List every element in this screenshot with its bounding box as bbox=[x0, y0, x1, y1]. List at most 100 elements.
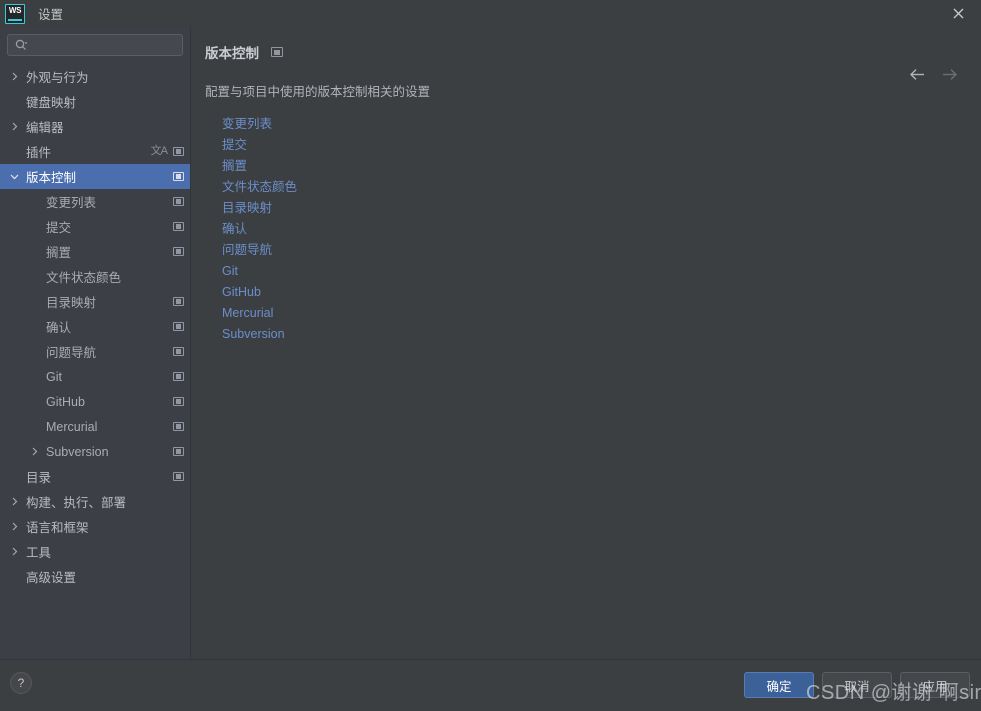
sidebar-item-4[interactable]: 版本控制 bbox=[0, 164, 190, 189]
help-icon[interactable]: ? bbox=[10, 672, 32, 694]
chevron-right-icon[interactable] bbox=[8, 122, 21, 131]
sidebar-item-16[interactable]: 目录 bbox=[0, 464, 190, 489]
settings-link-list: 变更列表 提交 搁置 文件状态颜色 目录映射 确认 问题导航 Git GitHub Mercuri… bbox=[222, 114, 981, 345]
sidebar-item-label: 版本控制 bbox=[26, 171, 77, 185]
project-scope-icon bbox=[173, 422, 184, 431]
chevron-down-icon[interactable] bbox=[8, 172, 21, 181]
settings-dialog: WS 设置 外观与行为 键盘映射 编辑器 插件 文A 版本控制 变更列表 提交 … bbox=[0, 0, 981, 711]
content-link-5[interactable]: 确认 bbox=[222, 219, 247, 240]
sidebar-item-label: 工具 bbox=[26, 546, 52, 560]
sidebar-item-label: Mercurial bbox=[46, 419, 98, 434]
project-scope-icon bbox=[173, 372, 184, 381]
sidebar-item-label: 键盘映射 bbox=[26, 96, 77, 110]
page-description: 配置与项目中使用的版本控制相关的设置 bbox=[205, 85, 431, 99]
sidebar-item-label: 编辑器 bbox=[26, 121, 64, 135]
sidebar-item-label: 提交 bbox=[46, 221, 72, 235]
sidebar-item-13[interactable]: GitHub bbox=[0, 389, 190, 414]
content-link-6[interactable]: 问题导航 bbox=[222, 240, 272, 261]
sidebar-item-label: 问题导航 bbox=[46, 346, 97, 360]
content-link-10[interactable]: Subversion bbox=[222, 324, 285, 345]
sidebar-item-19[interactable]: 工具 bbox=[0, 539, 190, 564]
sidebar-item-label: 构建、执行、部署 bbox=[26, 496, 127, 510]
window-title: 设置 bbox=[38, 8, 64, 22]
title-bar: WS 设置 bbox=[0, 0, 981, 28]
content-link-8[interactable]: GitHub bbox=[222, 282, 261, 303]
arrow-right-icon[interactable] bbox=[939, 64, 959, 84]
sidebar-item-15[interactable]: Subversion bbox=[0, 439, 190, 464]
project-scope-icon bbox=[173, 297, 184, 306]
chevron-right-icon[interactable] bbox=[8, 522, 21, 531]
sidebar-item-9[interactable]: 目录映射 bbox=[0, 289, 190, 314]
sidebar-item-label: Subversion bbox=[46, 444, 109, 459]
search-box[interactable] bbox=[7, 34, 190, 56]
project-scope-icon bbox=[173, 222, 184, 231]
sidebar-item-1[interactable]: 键盘映射 bbox=[0, 89, 190, 114]
sidebar-item-label: GitHub bbox=[46, 394, 85, 409]
dialog-footer: ? 确定 取消 应用 bbox=[0, 659, 981, 711]
sidebar-item-3[interactable]: 插件 文A bbox=[0, 139, 190, 164]
project-scope-icon bbox=[173, 197, 184, 206]
sidebar-item-label: 搁置 bbox=[46, 246, 72, 260]
sidebar-item-6[interactable]: 提交 bbox=[0, 214, 190, 239]
sidebar-item-5[interactable]: 变更列表 bbox=[0, 189, 190, 214]
content-link-4[interactable]: 目录映射 bbox=[222, 198, 272, 219]
content-link-2[interactable]: 搁置 bbox=[222, 156, 247, 177]
sidebar-item-2[interactable]: 编辑器 bbox=[0, 114, 190, 139]
sidebar-item-label: 外观与行为 bbox=[26, 71, 89, 85]
sidebar-item-label: 语言和框架 bbox=[26, 521, 89, 535]
apply-button[interactable]: 应用 bbox=[900, 672, 970, 698]
sidebar-item-18[interactable]: 语言和框架 bbox=[0, 514, 190, 539]
content-link-1[interactable]: 提交 bbox=[222, 135, 247, 156]
settings-tree: 外观与行为键盘映射编辑器插件 文A 版本控制变更列表提交搁置文件状态颜色 目录映射确认… bbox=[0, 64, 190, 589]
cancel-button[interactable]: 取消 bbox=[822, 672, 892, 698]
sidebar-item-label: 高级设置 bbox=[26, 571, 77, 585]
chevron-right-icon[interactable] bbox=[8, 72, 21, 81]
ok-button[interactable]: 确定 bbox=[744, 672, 814, 698]
sidebar-item-7[interactable]: 搁置 bbox=[0, 239, 190, 264]
webstorm-logo-icon: WS bbox=[5, 3, 25, 24]
translation-icon: 文A bbox=[150, 145, 168, 157]
project-scope-icon bbox=[173, 247, 184, 256]
sidebar-item-label: 变更列表 bbox=[46, 196, 97, 210]
sidebar-item-8[interactable]: 文件状态颜色 bbox=[0, 264, 190, 289]
search-input[interactable] bbox=[28, 35, 190, 55]
sidebar-item-17[interactable]: 构建、执行、部署 bbox=[0, 489, 190, 514]
dialog-buttons: 确定 取消 应用 bbox=[744, 672, 970, 698]
project-scope-icon bbox=[173, 347, 184, 356]
content-link-7[interactable]: Git bbox=[222, 261, 238, 282]
project-scope-icon bbox=[173, 472, 184, 481]
chevron-right-icon[interactable] bbox=[28, 447, 41, 456]
navigation-arrows bbox=[907, 64, 959, 84]
sidebar-item-label: 插件 bbox=[26, 146, 52, 160]
settings-content-panel: 版本控制 配置与项目中使用的版本控制相关的设置 变更列表 提交 搁置 文件状态颜色 目录… bbox=[191, 27, 981, 660]
chevron-right-icon[interactable] bbox=[8, 547, 21, 556]
sidebar-item-label: Git bbox=[46, 369, 62, 384]
sidebar-item-11[interactable]: 问题导航 bbox=[0, 339, 190, 364]
project-scope-icon bbox=[173, 322, 184, 331]
sidebar-item-14[interactable]: Mercurial bbox=[0, 414, 190, 439]
sidebar-item-label: 目录映射 bbox=[46, 296, 97, 310]
project-scope-icon bbox=[173, 147, 184, 156]
sidebar-item-label: 确认 bbox=[46, 321, 72, 335]
content-link-3[interactable]: 文件状态颜色 bbox=[222, 177, 297, 198]
content-link-9[interactable]: Mercurial bbox=[222, 303, 273, 324]
sidebar-item-0[interactable]: 外观与行为 bbox=[0, 64, 190, 89]
content-header: 版本控制 bbox=[191, 27, 981, 63]
search-icon bbox=[15, 39, 28, 52]
search-area bbox=[0, 27, 190, 56]
sidebar-item-20[interactable]: 高级设置 bbox=[0, 564, 190, 589]
settings-sidebar: 外观与行为键盘映射编辑器插件 文A 版本控制变更列表提交搁置文件状态颜色 目录映射确认… bbox=[0, 27, 191, 660]
sidebar-item-label: 文件状态颜色 bbox=[46, 271, 122, 285]
arrow-left-icon[interactable] bbox=[907, 64, 927, 84]
content-link-0[interactable]: 变更列表 bbox=[222, 114, 272, 135]
page-title: 版本控制 bbox=[205, 46, 259, 61]
sidebar-item-10[interactable]: 确认 bbox=[0, 314, 190, 339]
chevron-right-icon[interactable] bbox=[8, 497, 21, 506]
project-scope-icon[interactable] bbox=[271, 47, 283, 57]
sidebar-item-label: 目录 bbox=[26, 471, 52, 485]
sidebar-item-12[interactable]: Git bbox=[0, 364, 190, 389]
project-scope-icon bbox=[173, 172, 184, 181]
project-scope-icon bbox=[173, 397, 184, 406]
project-scope-icon bbox=[173, 447, 184, 456]
close-icon[interactable] bbox=[935, 0, 981, 27]
